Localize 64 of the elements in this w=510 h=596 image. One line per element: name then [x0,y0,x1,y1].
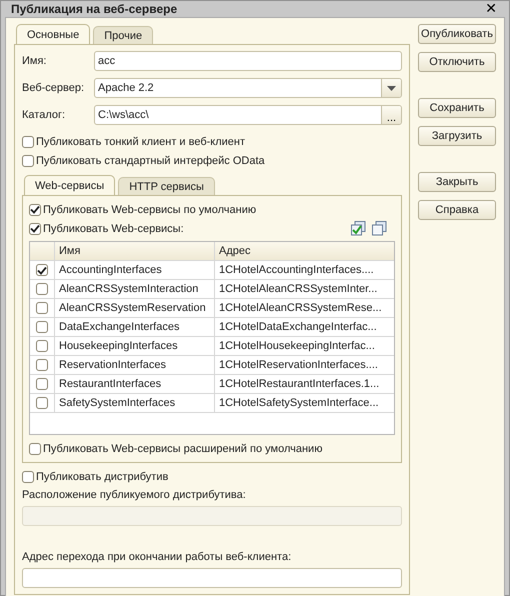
checkbox-label: Публиковать стандартный интерфейс OData [36,154,265,166]
checkbox-label: Публиковать тонкий клиент и веб-клиент [36,136,246,148]
field-label: Каталог: [22,109,66,121]
table-cell: AleanCRSSystemInteraction [55,280,215,298]
column-header[interactable]: Имя [55,242,215,260]
checkbox[interactable] [29,222,41,234]
dropdown-button[interactable] [381,79,401,97]
field-label: Имя: [22,55,48,67]
table-cell-text: 1CHotelSafetySystemInterface... [218,396,380,411]
checkbox[interactable] [22,136,34,148]
tab[interactable]: Web-сервисы [24,175,116,195]
checkbox[interactable] [36,397,48,409]
table-cell-text: 1CHotelRestaurantInterfaces.1... [218,377,380,392]
checkbox-label: Публиковать дистрибутив [36,470,168,482]
table-cell: RestaurantInterfaces [55,375,215,393]
close-button[interactable]: ✕ [483,1,499,17]
table-cell-text: 1CHotelDataExchangeInterfac... [218,320,378,335]
field-label: Расположение публикуемого дистрибутива: [22,488,247,503]
uncheck-all-icon[interactable] [372,221,387,236]
table-cell: ReservationInterfaces [55,356,215,374]
window-title: Публикация на веб-сервере [11,2,178,16]
table-cell: SafetySystemInterfaces [55,394,215,412]
checkbox[interactable] [36,321,48,333]
checkbox-label: Публиковать Web-сервисы по умолчанию [43,204,256,216]
dialog-button[interactable]: Загрузить [418,126,496,146]
table-cell: AccountingInterfaces [55,261,215,279]
table-cell: HousekeepingInterfaces [55,337,215,355]
checkbox[interactable] [36,340,48,352]
column-header[interactable]: Адрес [215,242,394,260]
dialog-button[interactable]: Сохранить [418,98,496,118]
table-cell-text: 1CHotelAleanCRSSystemRese... [218,301,383,316]
tab[interactable]: Основные [16,24,90,44]
dropdown-field[interactable]: Apache 2.2 [94,78,402,98]
table-cell-text: 1CHotelAccountingInterfaces.... [218,263,375,278]
table-cell: DataExchangeInterfaces [55,318,215,336]
checkbox[interactable] [36,264,48,276]
checkbox[interactable] [36,283,48,295]
browse-button[interactable]: ... [381,106,401,124]
dialog-button[interactable]: Отключить [418,52,496,72]
dialog-button[interactable]: Справка [418,200,496,220]
checkbox[interactable] [29,442,41,454]
checkbox[interactable] [29,204,41,216]
checkbox[interactable] [22,470,34,482]
table-cell-text: 1CHotelAleanCRSSystemInter... [218,282,378,297]
checkbox-label: Публиковать Web-сервисы расширений по умолчанию [43,442,322,454]
tab[interactable]: Прочие [93,26,154,44]
dialog-button[interactable]: Закрыть [418,172,496,192]
tab[interactable]: HTTP сервисы [118,177,215,195]
check-all-icon[interactable] [351,221,366,236]
table-cell-text: 1CHotelReservationInterfaces.... [218,358,379,373]
checkbox[interactable] [36,378,48,390]
input-field[interactable] [22,568,402,588]
table-cell-text: 1CHotelHousekeepingInterfac... [218,339,376,354]
caret-icon [387,86,396,90]
checkbox-label: Публиковать Web-сервисы: [43,222,184,234]
checkbox[interactable] [22,154,34,166]
checkbox[interactable] [36,359,48,371]
table-cell: AleanCRSSystemReservation [55,299,215,317]
input-field[interactable]: C:\ws\acc\ ... [94,105,402,125]
input-field[interactable]: acc [94,51,402,71]
dialog-button[interactable]: Опубликовать [418,24,496,44]
field-label: Адрес перехода при окончании работы веб-клиента: [22,550,292,565]
field-label: Веб-сервер: [22,82,86,94]
checkbox[interactable] [36,302,48,314]
